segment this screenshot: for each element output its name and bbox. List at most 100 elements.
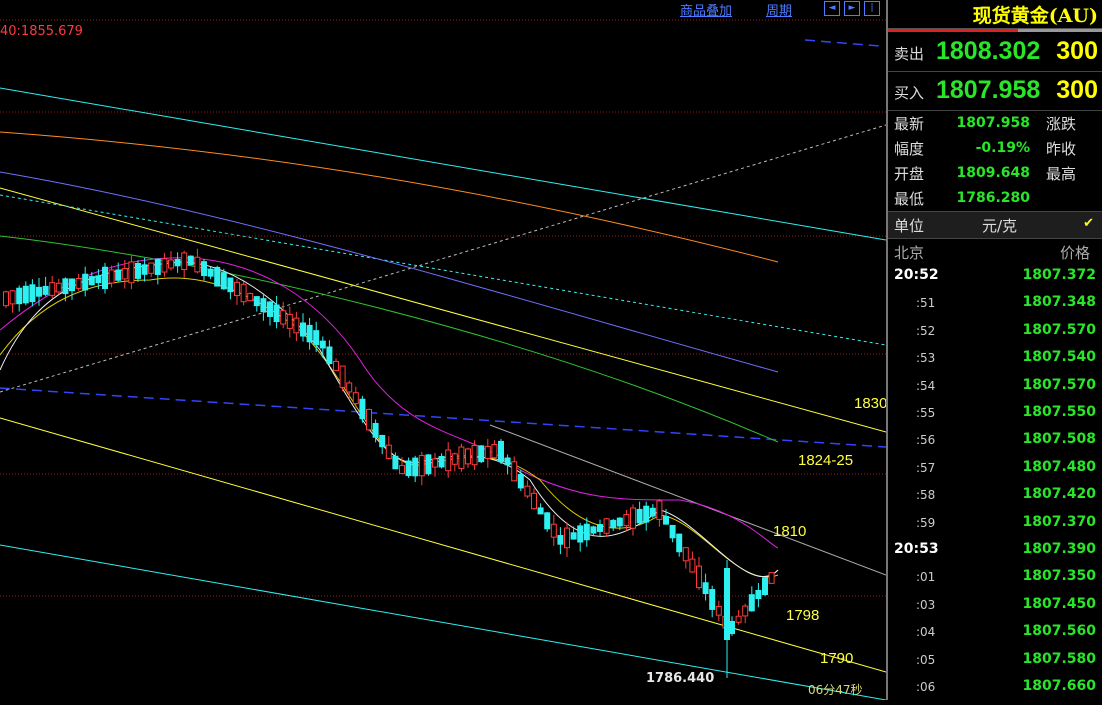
candle-body [286,313,293,329]
sell-volume: 300 [1056,37,1098,65]
candle-body [471,444,478,466]
nav-end-button[interactable]: | [864,1,880,16]
candle-body [220,272,227,290]
tick-price: 1807.508 [1022,431,1096,448]
candle-body [247,292,254,302]
tick-time: :54 [916,378,936,393]
candle-body [511,461,518,482]
candle-body [498,440,504,463]
candle-body [742,605,749,617]
tick-row[interactable]: :05 1807.580 [888,651,1102,678]
level-label-1798: 1798 [786,607,820,624]
candle-body [709,589,716,610]
stat-key: 开盘 [894,165,925,183]
candle-body [227,277,234,293]
tick-price: 1807.550 [1022,404,1096,420]
candle-body [22,285,29,304]
candle-body [293,317,300,334]
stats-block: 最新 1807.958 涨跌 幅度 -0.19% 昨收 开盘 1809.648 … [888,111,1102,212]
tick-row[interactable]: :54 1807.570 [888,377,1102,404]
candle-body [524,485,531,497]
tick-row[interactable]: :03 1807.450 [888,596,1102,623]
sell-ratio-bar [888,29,1018,32]
candle-body [696,565,702,589]
candle-body [405,460,412,477]
candle-body [352,392,359,405]
tick-price: 1807.420 [1022,486,1096,503]
candle-body [36,286,42,297]
candle-body [201,261,207,277]
candle-body [187,255,194,266]
ticks-header: 北京 价格 [888,239,1102,265]
tick-price: 1807.372 [1022,267,1096,283]
ticks-list[interactable]: 20:52 1807.372:51 1807.348:52 1807.570:53 18… [888,265,1102,705]
tick-price: 1807.660 [1022,678,1096,694]
tick-row[interactable]: :56 1807.508 [888,431,1102,458]
nav-right-button[interactable]: ► [844,1,860,16]
candle-body [445,449,452,472]
low-price-label: 1786.440 [646,671,715,686]
stat-row: 开盘 1809.648 最高 [888,163,1102,188]
candle-body [55,282,62,293]
stat-key-2: 昨收 [1046,140,1077,158]
candles [3,248,775,678]
overlay-link[interactable]: 商品叠加 [680,0,732,19]
period-link[interactable]: 周期 [766,0,792,19]
tick-row[interactable]: :01 1807.350 [888,568,1102,595]
candle-body [577,525,584,543]
tick-row[interactable]: :52 1807.570 [888,322,1102,349]
candle-body [141,264,148,275]
trend-line [0,544,886,700]
sell-label: 卖出 [894,45,925,63]
candle-body [590,526,597,534]
unit-row[interactable]: 单位 元/克 ✔ [888,212,1102,239]
instrument-title-bar: 现货黄金(AU) [888,0,1102,29]
tick-time: :52 [916,323,936,338]
stat-key: 最低 [894,190,925,208]
candle-body [267,301,273,317]
chart-canvas[interactable] [0,0,886,700]
candlestick-chart[interactable]: 商品叠加 周期 ◄ ► | 40:1855.679 1830 1824-25 1… [0,0,887,700]
candle-body [465,448,471,465]
candle-body [102,266,108,290]
tick-row[interactable]: :58 1807.420 [888,486,1102,513]
candle-body [399,465,405,475]
candle-body [425,454,432,475]
stat-row: 最新 1807.958 涨跌 [888,113,1102,138]
candle-body [154,258,161,275]
tick-row[interactable]: :06 1807.660 [888,678,1102,705]
countdown-label: 06分47秒 [808,683,863,697]
candle-body [82,273,89,291]
candle-body [359,398,366,420]
buy-quote-row[interactable]: 买入 1807.958 300 [888,72,1102,111]
candle-body [75,278,82,289]
candle-body [135,263,141,279]
tick-row[interactable]: :55 1807.550 [888,404,1102,431]
stat-key-2: 最高 [1046,165,1077,183]
candle-body [161,258,168,273]
candle-body [366,408,372,431]
tick-row[interactable]: :57 1807.480 [888,459,1102,486]
tick-row[interactable]: 20:53 1807.390 [888,541,1102,568]
tick-row[interactable]: :53 1807.540 [888,349,1102,376]
candle-body [451,453,458,465]
candle-body [597,524,603,532]
candle-body [504,457,511,466]
candle-body [544,512,551,530]
tick-row[interactable]: :04 1807.560 [888,623,1102,650]
tick-row[interactable]: :51 1807.348 [888,294,1102,321]
crosshair-readout: 40:1855.679 [0,24,83,39]
candle-body [300,322,306,337]
tick-row[interactable]: :59 1807.370 [888,514,1102,541]
level-label-1824: 1824-25 [798,452,854,469]
sell-quote-row[interactable]: 卖出 1808.302 300 [888,33,1102,72]
candle-body [207,268,214,277]
nav-left-button[interactable]: ◄ [824,1,840,16]
tick-row[interactable]: 20:52 1807.372 [888,267,1102,294]
candle-body [9,290,16,305]
unit-value: 元/克 [982,217,1018,235]
candle-body [108,269,115,284]
candle-body [42,285,49,295]
candle-body [616,517,623,527]
tick-time: :51 [916,296,936,311]
